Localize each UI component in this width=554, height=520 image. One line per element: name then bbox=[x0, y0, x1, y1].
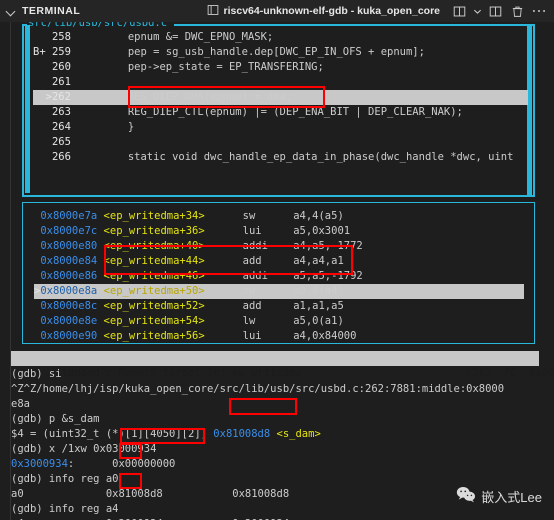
gdb-output-line: (gdb) x /1xw 0x03000934 bbox=[11, 443, 157, 455]
panel-title-group[interactable]: TERMINAL bbox=[0, 5, 80, 17]
assembly-line: 0x8000e8e <ep_writedma+54> lw a5,0(a1) bbox=[40, 315, 344, 327]
gdb-output-line: 0x3000934: 0x00000000 bbox=[11, 458, 176, 470]
gdb-output-line: (gdb) si bbox=[11, 368, 62, 380]
frame-border-left bbox=[22, 24, 24, 197]
gdb-status-bar: extended-r Remote target In: ep_writedma… bbox=[11, 351, 554, 379]
assembly-lines: 0x8000e7a <ep_writedma+34> sw a4,4(a5) 0… bbox=[34, 209, 524, 344]
wechat-icon bbox=[456, 486, 476, 506]
source-lines: 258 epnum &= DWC_EPNO_MASK; B+ 259 pep = … bbox=[33, 30, 528, 165]
source-line: 261 bbox=[33, 76, 78, 88]
terminal-left-gutter bbox=[0, 22, 11, 520]
source-scroll-left-indicator[interactable] bbox=[25, 25, 30, 193]
source-line: 265 bbox=[33, 136, 78, 148]
source-file-label: src/lib/usb/src/usbd.c bbox=[27, 22, 169, 29]
gdb-source-window: src/lib/usb/src/usbd.c 258 epnum &= DWC_… bbox=[22, 22, 535, 197]
panel-title: TERMINAL bbox=[22, 5, 81, 17]
ellipsis-icon[interactable] bbox=[528, 1, 550, 21]
assembly-line: 0x8000e86 <ep_writedma+46> addi a5,a5,-1… bbox=[40, 270, 363, 282]
frame-top-right-dash bbox=[174, 24, 535, 26]
active-terminal-entry[interactable]: riscv64-unknown-elf-gdb - kuka_open_core bbox=[207, 4, 440, 19]
new-terminal-icon[interactable] bbox=[484, 1, 506, 21]
terminal-icon bbox=[207, 4, 219, 19]
source-line: 263 REG_DIEP_CTL(epnum) |= (DEP_ENA_BIT … bbox=[33, 106, 463, 118]
chevron-down-icon[interactable] bbox=[5, 5, 17, 17]
assembly-line: 0x8000e8c <ep_writedma+52> add a1,a1,a5 bbox=[40, 300, 344, 312]
assembly-line: 0x8000e84 <ep_writedma+44> add a4,a4,a1 bbox=[40, 255, 344, 267]
assembly-line: 0x8000e7c <ep_writedma+36> lui a5,0x3001 bbox=[40, 225, 351, 237]
terminal-name-label: riscv64-unknown-elf-gdb - kuka_open_core bbox=[223, 5, 440, 17]
watermark: 嵌入式Lee bbox=[456, 486, 542, 506]
assembly-line: >0x8000e8a <ep_writedma+50> sw a0,0(a4) bbox=[34, 284, 524, 299]
source-line: B+ 259 pep = sg_usb_handle.dep[DWC_EP_IN… bbox=[33, 46, 425, 58]
source-line: >262 REG_DIEP_DMA(epnum) = dma; bbox=[33, 90, 528, 105]
assembly-line: 0x8000e90 <ep_writedma+56> lui a4,0x8400… bbox=[40, 330, 357, 342]
gdb-output-line: $4 = (uint32_t (*)[1][4050][2]) 0x81008d… bbox=[11, 428, 321, 440]
gdb-output-line: ^Z^Z/home/lhj/isp/kuka_open_core/src/lib… bbox=[11, 383, 505, 395]
terminal-screenshot: TERMINAL riscv64-unknown-elf-gdb - kuka_… bbox=[0, 0, 554, 520]
gdb-output-line: (gdb) p &s_dam bbox=[11, 413, 100, 425]
watermark-text: 嵌入式Lee bbox=[481, 489, 542, 505]
source-line: 260 pep->ep_state = EP_TRANSFERING; bbox=[33, 61, 324, 73]
chevron-down-icon[interactable] bbox=[470, 1, 484, 21]
panel-actions: riscv64-unknown-elf-gdb - kuka_open_core bbox=[207, 1, 554, 21]
terminal-body[interactable]: src/lib/usb/src/usbd.c 258 epnum &= DWC_… bbox=[0, 22, 554, 520]
terminal-panel-header: TERMINAL riscv64-unknown-elf-gdb - kuka_… bbox=[0, 0, 554, 22]
gdb-assembly-window: 0x8000e7a <ep_writedma+34> sw a4,4(a5) 0… bbox=[22, 202, 535, 344]
assembly-line: 0x8000e80 <ep_writedma+40> addi a4,a5,-1… bbox=[40, 240, 363, 252]
gdb-output-line: e8a bbox=[11, 398, 30, 410]
gdb-output-line: (gdb) info reg a0 bbox=[11, 473, 119, 485]
frame-border-right bbox=[533, 24, 535, 197]
source-line: 264 } bbox=[33, 121, 135, 133]
source-line: 266 static void dwc_handle_ep_data_in_ph… bbox=[33, 151, 514, 163]
source-line: 258 epnum &= DWC_EPNO_MASK; bbox=[33, 31, 274, 43]
split-editor-icon[interactable] bbox=[448, 1, 470, 21]
assembly-line: 0x8000e7a <ep_writedma+34> sw a4,4(a5) bbox=[40, 210, 344, 222]
frame-border-bottom bbox=[22, 195, 535, 197]
trash-icon[interactable] bbox=[506, 1, 528, 21]
